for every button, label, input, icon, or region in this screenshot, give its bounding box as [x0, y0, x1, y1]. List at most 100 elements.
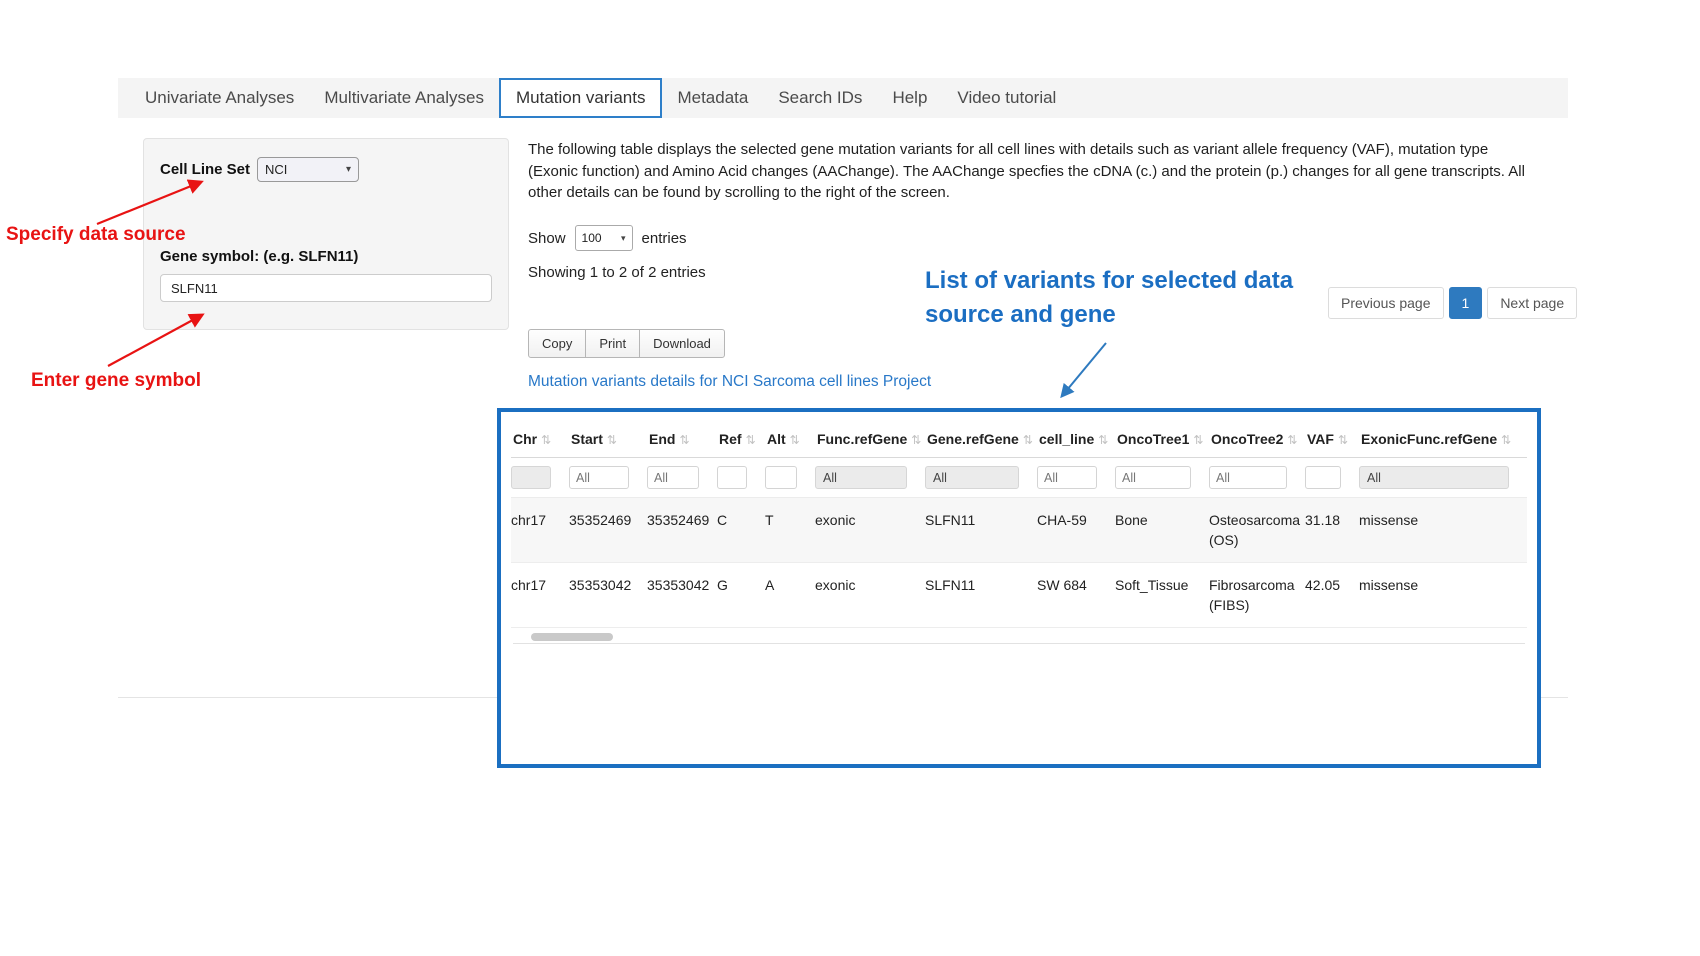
tab-mutation-variants[interactable]: Mutation variants: [499, 78, 662, 118]
col-header-cell-line[interactable]: cell_line ⇅: [1037, 418, 1115, 458]
input-panel: Cell Line Set NCI ▾ Gene symbol: (e.g. S…: [143, 138, 509, 330]
tab-video-tutorial[interactable]: Video tutorial: [942, 78, 1071, 118]
filter-input-alt[interactable]: [765, 466, 797, 489]
col-header-label: Alt: [767, 431, 786, 447]
next-page-button[interactable]: Next page: [1487, 287, 1577, 319]
filter-input-oncotree2[interactable]: [1209, 466, 1287, 489]
gene-symbol-label: Gene symbol: (e.g. SLFN11): [160, 248, 492, 265]
current-page-button[interactable]: 1: [1449, 287, 1483, 319]
filter-input-end[interactable]: [647, 466, 699, 489]
show-entries-control: Show 100 ▾ entries: [528, 225, 687, 251]
cell-line-set-value: NCI: [265, 162, 287, 177]
cell-oncotree2: Fibrosarcoma (FIBS): [1209, 563, 1305, 628]
filter-cell-end: [647, 458, 717, 498]
filter-cell-func-refgene: All: [815, 458, 925, 498]
sort-icon: ⇅: [1338, 433, 1348, 447]
cell-func-refgene: exonic: [815, 563, 925, 628]
filter-cell-chr: [511, 458, 569, 498]
filter-cell-start: [569, 458, 647, 498]
filter-cell-ref: [717, 458, 765, 498]
sort-icon: ⇅: [1023, 433, 1033, 447]
cell-exonicfunc-refgene: missense: [1359, 563, 1527, 628]
col-header-label: ExonicFunc.refGene: [1361, 431, 1497, 447]
cell-start: 35352469: [569, 498, 647, 563]
filter-input-oncotree1[interactable]: [1115, 466, 1191, 489]
cell-oncotree1: Soft_Tissue: [1115, 563, 1209, 628]
col-header-label: Func.refGene: [817, 431, 907, 447]
cell-gene-refgene: SLFN11: [925, 498, 1037, 563]
page-length-select[interactable]: 100 ▾: [575, 225, 633, 251]
sort-icon: ⇅: [1287, 433, 1297, 447]
table-description: The following table displays the selecte…: [528, 139, 1526, 204]
export-buttons: CopyPrintDownload: [528, 329, 725, 358]
col-header-label: OncoTree1: [1117, 431, 1189, 447]
col-header-exonicfunc-refgene[interactable]: ExonicFunc.refGene⇅: [1359, 418, 1527, 458]
cell-start: 35353042: [569, 563, 647, 628]
col-header-ref[interactable]: Ref⇅: [717, 418, 765, 458]
table-title-link[interactable]: Mutation variants details for NCI Sarcom…: [528, 373, 931, 391]
previous-page-button[interactable]: Previous page: [1328, 287, 1444, 319]
chevron-down-icon: ▾: [621, 233, 626, 244]
sort-icon: ⇅: [679, 433, 689, 447]
tab-search-ids[interactable]: Search IDs: [763, 78, 877, 118]
col-header-func-refgene[interactable]: Func.refGene⇅: [815, 418, 925, 458]
filter-select-gene-refgene[interactable]: All: [925, 466, 1019, 489]
annotation-enter-gene-symbol: Enter gene symbol: [31, 370, 201, 392]
filter-input-start[interactable]: [569, 466, 629, 489]
scrollbar-thumb[interactable]: [531, 633, 613, 641]
cell-oncotree2: Osteosarcoma (OS): [1209, 498, 1305, 563]
col-header-label: Start: [571, 431, 603, 447]
cell-chr: chr17: [511, 563, 569, 628]
sort-icon: ⇅: [607, 433, 617, 447]
main-navbar: Univariate AnalysesMultivariate Analyses…: [118, 78, 1568, 118]
cell-cell-line: SW 684: [1037, 563, 1115, 628]
filter-select-exonicfunc-refgene[interactable]: All: [1359, 466, 1509, 489]
cell-ref: G: [717, 563, 765, 628]
copy-button[interactable]: Copy: [528, 329, 586, 358]
filter-input-vaf[interactable]: [1305, 466, 1341, 489]
cell-line-set-row: Cell Line Set NCI ▾: [160, 157, 492, 182]
cell-alt: T: [765, 498, 815, 563]
col-header-vaf[interactable]: VAF⇅: [1305, 418, 1359, 458]
sort-icon: ⇅: [1193, 433, 1203, 447]
print-button[interactable]: Print: [585, 329, 640, 358]
col-header-label: Gene.refGene: [927, 431, 1019, 447]
cell-line-set-select[interactable]: NCI ▾: [257, 157, 359, 182]
sort-icon: ⇅: [1098, 433, 1108, 447]
filter-select-chr[interactable]: [511, 466, 551, 489]
annotation-specify-data-source: Specify data source: [6, 224, 186, 246]
filter-cell-vaf: [1305, 458, 1359, 498]
table-header-row: Chr⇅Start⇅End⇅Ref⇅Alt⇅Func.refGene⇅Gene.…: [511, 418, 1527, 458]
col-header-oncotree1[interactable]: OncoTree1 ⇅: [1115, 418, 1209, 458]
col-header-alt[interactable]: Alt ⇅: [765, 418, 815, 458]
cell-end: 35352469: [647, 498, 717, 563]
filter-select-func-refgene[interactable]: All: [815, 466, 907, 489]
col-header-end[interactable]: End ⇅: [647, 418, 717, 458]
tab-univariate-analyses[interactable]: Univariate Analyses: [130, 78, 309, 118]
filter-input-ref[interactable]: [717, 466, 747, 489]
tab-metadata[interactable]: Metadata: [662, 78, 763, 118]
sort-icon: ⇅: [790, 433, 800, 447]
gene-symbol-input[interactable]: [160, 274, 492, 302]
download-button[interactable]: Download: [639, 329, 725, 358]
col-header-label: End: [649, 431, 675, 447]
col-header-gene-refgene[interactable]: Gene.refGene ⇅: [925, 418, 1037, 458]
col-header-label: cell_line: [1039, 431, 1094, 447]
filter-input-cell-line[interactable]: [1037, 466, 1097, 489]
variants-table-frame: Chr⇅Start⇅End⇅Ref⇅Alt⇅Func.refGene⇅Gene.…: [497, 408, 1541, 768]
col-header-label: Chr: [513, 431, 537, 447]
sort-icon: ⇅: [746, 433, 756, 447]
show-label: Show: [528, 230, 566, 247]
col-header-start[interactable]: Start ⇅: [569, 418, 647, 458]
col-header-chr[interactable]: Chr ⇅: [511, 418, 569, 458]
table-row[interactable]: chr173535246935352469CTexonicSLFN11CHA-5…: [511, 498, 1527, 563]
filter-cell-oncotree2: [1209, 458, 1305, 498]
table-row[interactable]: chr173535304235353042GAexonicSLFN11SW 68…: [511, 563, 1527, 628]
showing-entries-text: Showing 1 to 2 of 2 entries: [528, 264, 706, 281]
tab-multivariate-analyses[interactable]: Multivariate Analyses: [309, 78, 499, 118]
sort-icon: ⇅: [541, 433, 551, 447]
cell-gene-refgene: SLFN11: [925, 563, 1037, 628]
tab-help[interactable]: Help: [877, 78, 942, 118]
col-header-oncotree2[interactable]: OncoTree2⇅: [1209, 418, 1305, 458]
cell-func-refgene: exonic: [815, 498, 925, 563]
